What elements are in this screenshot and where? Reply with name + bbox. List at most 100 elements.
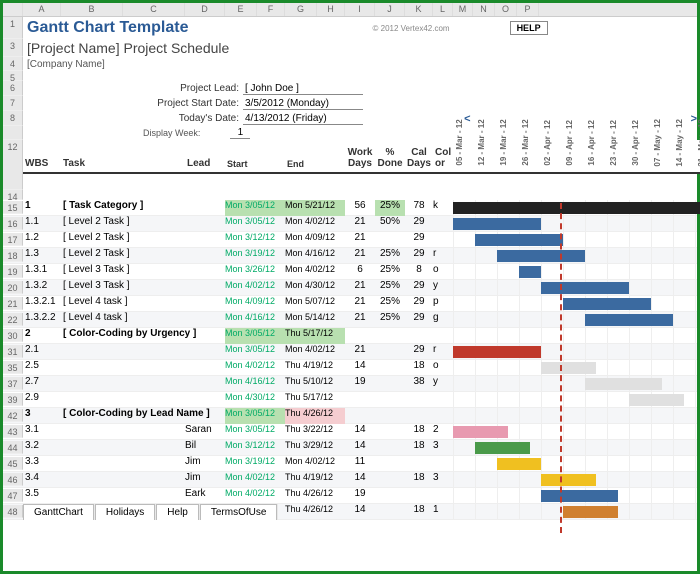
gantt-bar[interactable]: [585, 378, 662, 390]
start-cell[interactable]: Mon 3/05/12: [225, 344, 285, 360]
end-cell[interactable]: Thu 4/26/12: [285, 408, 345, 424]
task-cell[interactable]: [61, 424, 185, 440]
end-cell[interactable]: Mon 4/30/12: [285, 280, 345, 296]
task-cell[interactable]: [61, 472, 185, 488]
workdays-cell[interactable]: 14: [345, 440, 375, 456]
color-cell[interactable]: [433, 392, 453, 408]
caldays-cell[interactable]: 29: [405, 232, 433, 248]
task-cell[interactable]: [ Level 2 Task ]: [61, 232, 185, 248]
workdays-cell[interactable]: [345, 392, 375, 408]
workdays-cell[interactable]: [345, 328, 375, 344]
gantt-bar[interactable]: [453, 218, 541, 230]
lead-cell[interactable]: [185, 232, 225, 248]
task-cell[interactable]: [ Task Category ]: [61, 200, 185, 216]
caldays-cell[interactable]: 29: [405, 216, 433, 232]
caldays-cell[interactable]: 29: [405, 344, 433, 360]
sheet-tab[interactable]: Holidays: [95, 504, 155, 520]
wbs-cell[interactable]: 3.2: [23, 440, 61, 456]
gantt-bar[interactable]: [541, 474, 596, 486]
done-cell[interactable]: 25%: [375, 280, 405, 296]
today-value[interactable]: 4/13/2012 (Friday): [243, 113, 363, 125]
workdays-cell[interactable]: 14: [345, 424, 375, 440]
wbs-cell[interactable]: 1: [23, 200, 61, 216]
help-button[interactable]: HELP: [510, 21, 548, 35]
wbs-cell[interactable]: 2.5: [23, 360, 61, 376]
done-cell[interactable]: 50%: [375, 216, 405, 232]
done-cell[interactable]: 25%: [375, 248, 405, 264]
end-cell[interactable]: Mon 4/02/12: [285, 216, 345, 232]
gantt-bar[interactable]: [541, 282, 629, 294]
done-cell[interactable]: [375, 472, 405, 488]
workdays-cell[interactable]: 6: [345, 264, 375, 280]
start-cell[interactable]: Mon 4/02/12: [225, 360, 285, 376]
wbs-cell[interactable]: 3.1: [23, 424, 61, 440]
end-cell[interactable]: Thu 5/10/12: [285, 376, 345, 392]
lead-cell[interactable]: [185, 296, 225, 312]
lead-cell[interactable]: Eark: [185, 488, 225, 504]
start-cell[interactable]: Mon 3/19/12: [225, 456, 285, 472]
wbs-cell[interactable]: 1.1: [23, 216, 61, 232]
wbs-cell[interactable]: 3.5: [23, 488, 61, 504]
end-cell[interactable]: Thu 4/26/12: [285, 488, 345, 504]
done-cell[interactable]: 25%: [375, 312, 405, 328]
start-cell[interactable]: Mon 3/05/12: [225, 328, 285, 344]
lead-cell[interactable]: [185, 392, 225, 408]
color-cell[interactable]: [433, 488, 453, 504]
start-cell[interactable]: Mon 3/26/12: [225, 264, 285, 280]
gantt-bar[interactable]: [629, 394, 684, 406]
start-cell[interactable]: Mon 4/02/12: [225, 280, 285, 296]
caldays-cell[interactable]: [405, 392, 433, 408]
end-cell[interactable]: Thu 4/26/12: [285, 504, 345, 520]
color-cell[interactable]: 2: [433, 424, 453, 440]
workdays-cell[interactable]: 21: [345, 312, 375, 328]
start-cell[interactable]: Mon 3/05/12: [225, 216, 285, 232]
color-cell[interactable]: y: [433, 280, 453, 296]
end-cell[interactable]: Mon 4/16/12: [285, 248, 345, 264]
color-cell[interactable]: g: [433, 312, 453, 328]
color-cell[interactable]: o: [433, 360, 453, 376]
workdays-cell[interactable]: 21: [345, 296, 375, 312]
color-cell[interactable]: k: [433, 200, 453, 216]
caldays-cell[interactable]: [405, 328, 433, 344]
color-cell[interactable]: y: [433, 376, 453, 392]
task-cell[interactable]: [ Level 3 Task ]: [61, 280, 185, 296]
gantt-bar[interactable]: [585, 314, 673, 326]
lead-cell[interactable]: [185, 264, 225, 280]
end-cell[interactable]: Thu 4/19/12: [285, 360, 345, 376]
gantt-bar[interactable]: [475, 234, 563, 246]
done-cell[interactable]: [375, 344, 405, 360]
workdays-cell[interactable]: 14: [345, 504, 375, 520]
caldays-cell[interactable]: 29: [405, 280, 433, 296]
task-cell[interactable]: [61, 488, 185, 504]
task-cell[interactable]: [ Level 2 Task ]: [61, 248, 185, 264]
wbs-cell[interactable]: 1.3.2.2: [23, 312, 61, 328]
workdays-cell[interactable]: [345, 408, 375, 424]
end-cell[interactable]: Thu 4/19/12: [285, 472, 345, 488]
done-cell[interactable]: 25%: [375, 200, 405, 216]
workdays-cell[interactable]: 21: [345, 344, 375, 360]
start-cell[interactable]: Mon 4/16/12: [225, 312, 285, 328]
caldays-cell[interactable]: 29: [405, 312, 433, 328]
end-cell[interactable]: Mon 4/02/12: [285, 344, 345, 360]
lead-cell[interactable]: [185, 328, 225, 344]
color-cell[interactable]: o: [433, 264, 453, 280]
lead-cell[interactable]: [185, 408, 225, 424]
wbs-cell[interactable]: 3.3: [23, 456, 61, 472]
lead-cell[interactable]: [185, 248, 225, 264]
start-cell[interactable]: Mon 3/05/12: [225, 424, 285, 440]
workdays-cell[interactable]: 14: [345, 360, 375, 376]
task-cell[interactable]: [ Level 3 Task ]: [61, 264, 185, 280]
task-cell[interactable]: [61, 392, 185, 408]
task-cell[interactable]: [61, 376, 185, 392]
start-cell[interactable]: Mon 3/12/12: [225, 232, 285, 248]
lead-cell[interactable]: [185, 376, 225, 392]
color-cell[interactable]: r: [433, 248, 453, 264]
end-cell[interactable]: Mon 5/14/12: [285, 312, 345, 328]
done-cell[interactable]: [375, 488, 405, 504]
color-cell[interactable]: [433, 328, 453, 344]
workdays-cell[interactable]: 56: [345, 200, 375, 216]
gantt-bar[interactable]: [563, 298, 651, 310]
lead-cell[interactable]: [185, 280, 225, 296]
end-cell[interactable]: Thu 3/29/12: [285, 440, 345, 456]
caldays-cell[interactable]: 18: [405, 440, 433, 456]
